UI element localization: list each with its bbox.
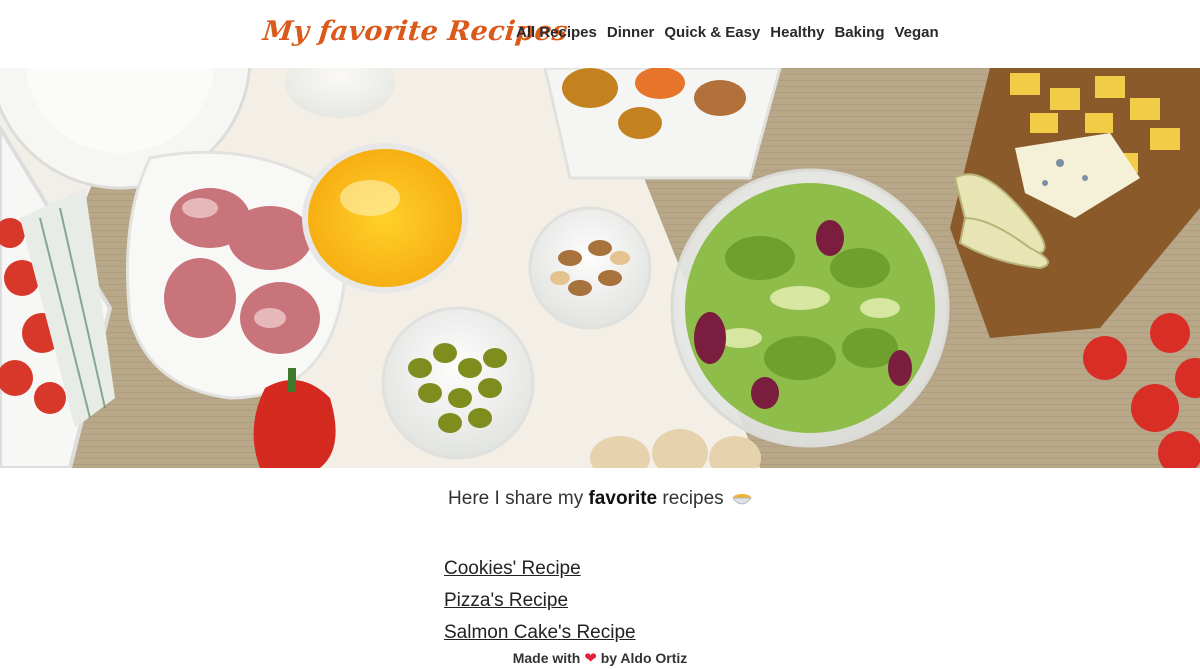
- footer-after: by Aldo Ortiz: [600, 650, 688, 666]
- site-footer: Made with ❤ by Aldo Ortiz: [0, 649, 1200, 667]
- bowl-icon: [732, 490, 752, 512]
- intro-emphasis: favorite: [588, 488, 658, 509]
- recipe-link-cookies[interactable]: Cookies' Recipe: [444, 553, 636, 585]
- recipe-list: Cookies' Recipe Pizza's Recipe Salmon Ca…: [444, 553, 636, 649]
- nav-dinner[interactable]: Dinner: [607, 24, 655, 41]
- intro-before: Here I share my: [448, 488, 584, 509]
- heart-icon: ❤: [584, 650, 597, 667]
- main-nav: All Recipes Dinner Quick & Easy Healthy …: [516, 24, 939, 41]
- nav-baking[interactable]: Baking: [834, 24, 884, 41]
- footer-before: Made with: [512, 650, 581, 666]
- recipe-link-salmon-cake[interactable]: Salmon Cake's Recipe: [444, 617, 636, 649]
- recipe-link-pizza[interactable]: Pizza's Recipe: [444, 585, 636, 617]
- nav-all-recipes[interactable]: All Recipes: [516, 24, 597, 41]
- site-header: My favorite Recipes All Recipes Dinner Q…: [0, 0, 1200, 68]
- hero-image: [0, 68, 1200, 468]
- nav-healthy[interactable]: Healthy: [770, 24, 824, 41]
- nav-vegan[interactable]: Vegan: [894, 24, 938, 41]
- food-spread-illustration: [0, 68, 1200, 468]
- intro-text: Here I share my favorite recipes: [0, 488, 1200, 512]
- intro-after: recipes: [662, 488, 724, 509]
- nav-quick-easy[interactable]: Quick & Easy: [664, 24, 760, 41]
